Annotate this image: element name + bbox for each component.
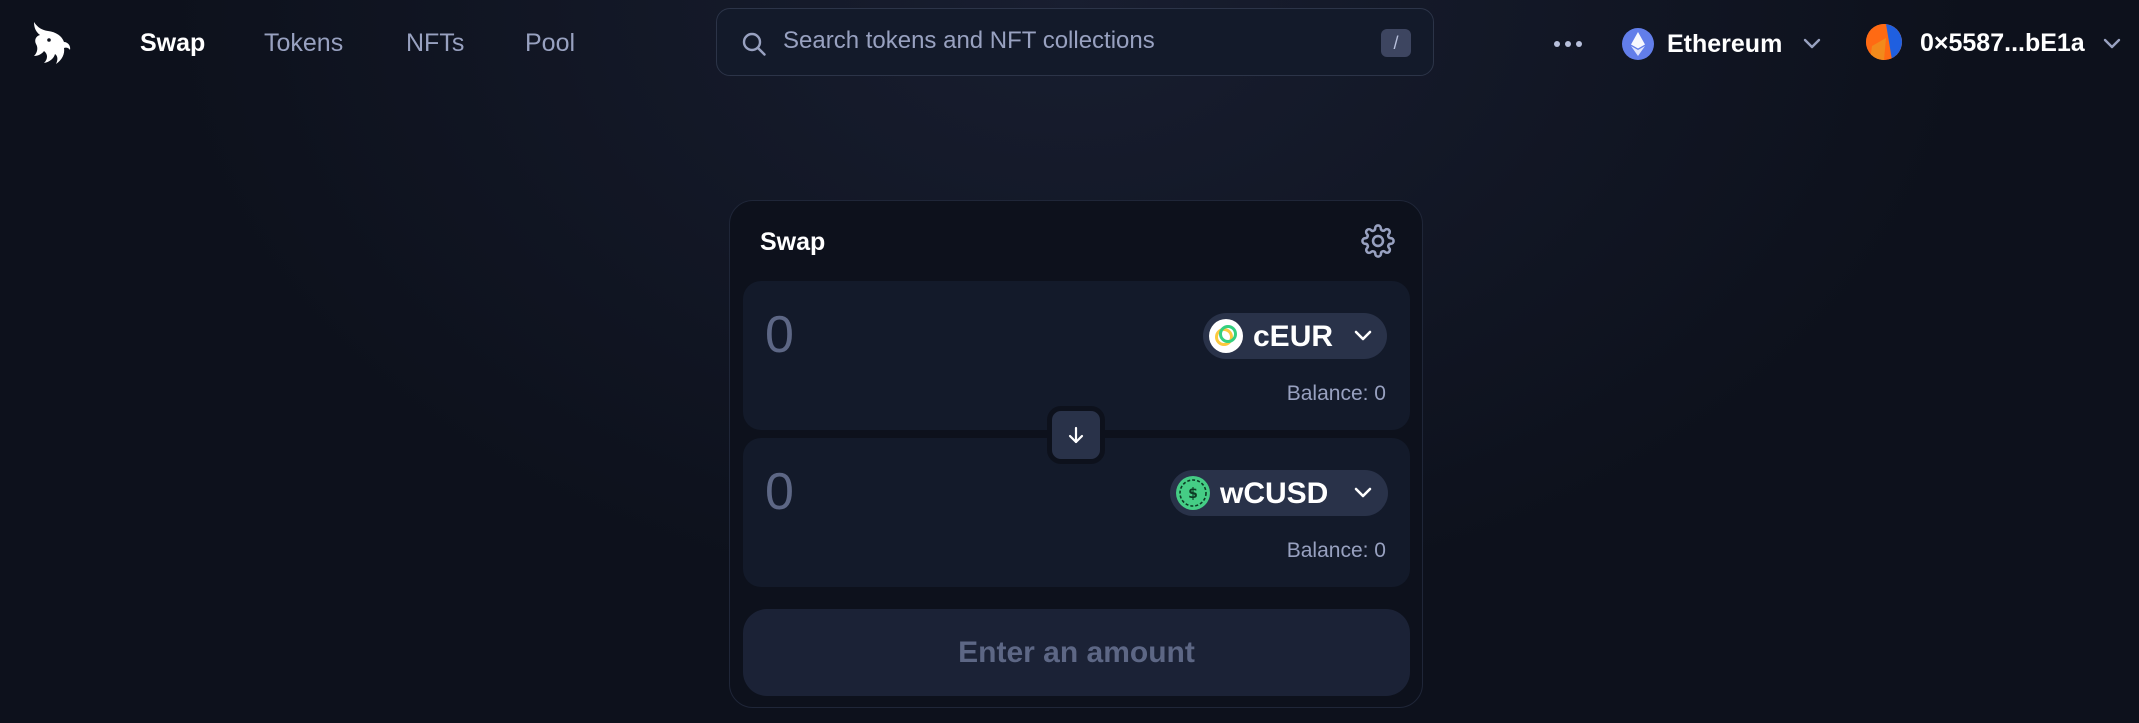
account-address: 0×5587...bE1a bbox=[1920, 29, 2085, 57]
input-token-selector[interactable]: cEUR bbox=[1203, 313, 1387, 359]
nav-tokens[interactable]: Tokens bbox=[264, 28, 343, 58]
celo-euro-icon bbox=[1209, 319, 1243, 353]
top-navbar: Swap Tokens NFTs Pool / Ethereum bbox=[0, 0, 2139, 86]
network-selector[interactable]: Ethereum bbox=[1622, 24, 1822, 64]
chevron-down-icon bbox=[1354, 487, 1372, 498]
more-menu-button[interactable] bbox=[1548, 26, 1588, 60]
search-input[interactable] bbox=[783, 9, 1343, 73]
arrow-down-icon bbox=[1068, 426, 1084, 444]
gear-icon[interactable] bbox=[1361, 224, 1395, 258]
input-amount-field[interactable] bbox=[765, 303, 1125, 367]
nav-nfts[interactable]: NFTs bbox=[406, 28, 464, 58]
input-balance: Balance: 0 bbox=[1286, 382, 1386, 405]
nav-pool[interactable]: Pool bbox=[525, 28, 575, 58]
network-label: Ethereum bbox=[1667, 30, 1783, 58]
output-token-selector[interactable]: $ wCUSD bbox=[1170, 470, 1388, 516]
search-shortcut-badge: / bbox=[1381, 29, 1411, 57]
svg-text:$: $ bbox=[1188, 486, 1198, 502]
wrapped-celo-dollar-icon: $ bbox=[1176, 476, 1210, 510]
swap-title: Swap bbox=[760, 228, 826, 256]
chevron-down-icon bbox=[1803, 38, 1821, 49]
account-button[interactable]: 0×5587...bE1a bbox=[1862, 20, 2124, 68]
swap-card: Swap cEUR Balance: 0 bbox=[729, 200, 1423, 708]
search-bar[interactable]: / bbox=[716, 8, 1434, 76]
input-token-symbol: cEUR bbox=[1253, 320, 1334, 353]
search-icon bbox=[742, 32, 766, 56]
output-balance: Balance: 0 bbox=[1286, 539, 1386, 562]
nav-swap[interactable]: Swap bbox=[140, 28, 205, 58]
wallet-avatar-icon bbox=[1866, 24, 1902, 60]
switch-tokens-button[interactable] bbox=[1047, 406, 1105, 464]
enter-amount-button[interactable]: Enter an amount bbox=[743, 609, 1410, 696]
output-amount-field[interactable] bbox=[765, 460, 1125, 524]
chevron-down-icon bbox=[2103, 38, 2121, 49]
ethereum-icon bbox=[1622, 28, 1654, 60]
uniswap-logo-icon[interactable] bbox=[28, 20, 74, 68]
output-token-symbol: wCUSD bbox=[1220, 477, 1329, 510]
chevron-down-icon bbox=[1354, 330, 1372, 341]
